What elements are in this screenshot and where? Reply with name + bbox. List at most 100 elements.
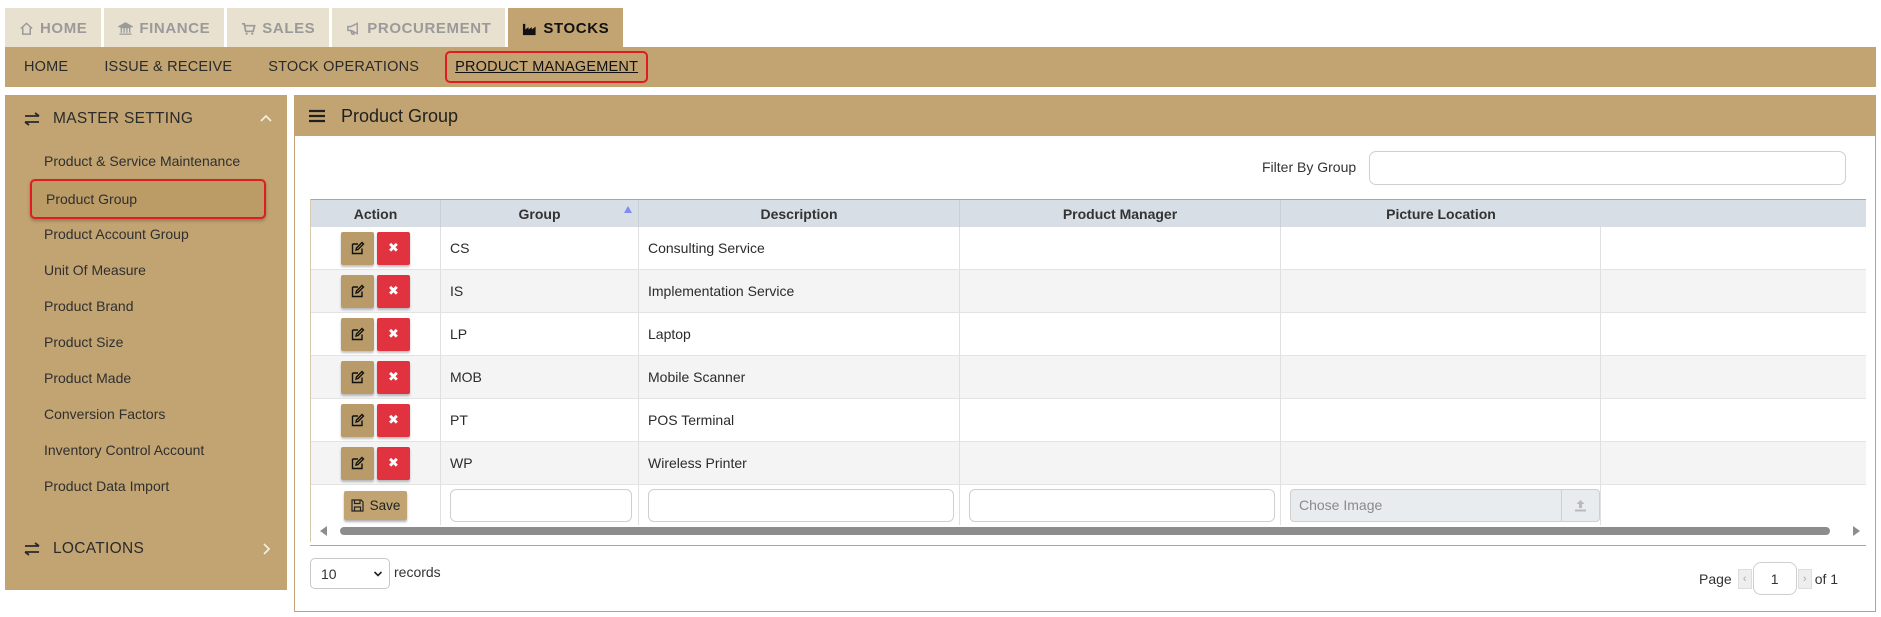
delete-button[interactable]: ✖ <box>377 231 410 265</box>
cell-group-editor <box>441 485 639 525</box>
subnav-product-management[interactable]: PRODUCT MANAGEMENT <box>445 51 649 83</box>
edit-button[interactable] <box>341 274 374 308</box>
row-actions: ✖ <box>311 399 441 441</box>
cell-group[interactable]: WP <box>441 442 639 484</box>
description-input[interactable] <box>648 488 954 522</box>
upload-button[interactable] <box>1561 489 1599 521</box>
cell-product-manager[interactable] <box>960 399 1281 441</box>
cell-picture-location[interactable] <box>1281 313 1601 355</box>
filter-label: Filter By Group <box>1262 159 1357 175</box>
cell-product-manager[interactable] <box>960 356 1281 398</box>
cell-product-manager[interactable] <box>960 442 1281 484</box>
sidebar-item-product-brand[interactable]: Product Brand <box>44 298 134 314</box>
sidebar-item-product-service-maintenance[interactable]: Product & Service Maintenance <box>44 153 240 169</box>
delete-button[interactable]: ✖ <box>377 403 410 437</box>
cell-group[interactable]: PT <box>441 399 639 441</box>
sidebar: MASTER SETTING Product & Service Mainten… <box>5 95 287 590</box>
cell-description[interactable]: Implementation Service <box>639 270 960 312</box>
tab-stocks-label: STOCKS <box>543 19 610 37</box>
tab-sales[interactable]: SALES <box>227 8 330 48</box>
edit-icon <box>351 284 364 298</box>
edit-icon <box>351 327 364 341</box>
column-header-product-manager[interactable]: Product Manager <box>960 200 1281 228</box>
sidebar-item-product-made[interactable]: Product Made <box>44 370 131 386</box>
cell-group[interactable]: IS <box>441 270 639 312</box>
save-button[interactable]: Save <box>344 490 407 520</box>
cell-description[interactable]: POS Terminal <box>639 399 960 441</box>
tab-finance[interactable]: FINANCE <box>104 8 225 48</box>
row-actions: ✖ <box>311 442 441 484</box>
chevron-right-icon <box>263 543 271 555</box>
menu-icon[interactable] <box>309 109 325 123</box>
scroll-right-icon[interactable] <box>1853 526 1860 536</box>
cell-picture-location[interactable] <box>1281 227 1601 269</box>
divider <box>310 545 1866 546</box>
delete-button[interactable]: ✖ <box>377 274 410 308</box>
pagination: Page ‹ 1 › of 1 <box>1699 562 1838 595</box>
records-label: records <box>394 564 441 580</box>
edit-button[interactable] <box>341 317 374 351</box>
delete-button[interactable]: ✖ <box>377 360 410 394</box>
tab-home[interactable]: HOME <box>5 8 102 48</box>
sidebar-section-locations[interactable]: LOCATIONS <box>5 529 287 569</box>
cell-picture-location[interactable] <box>1281 356 1601 398</box>
sidebar-section-master-setting[interactable]: MASTER SETTING <box>5 99 287 139</box>
row-actions: Save <box>311 485 441 525</box>
cell-group[interactable]: CS <box>441 227 639 269</box>
sidebar-item-product-size[interactable]: Product Size <box>44 334 123 350</box>
sidebar-item-inventory-control-account[interactable]: Inventory Control Account <box>44 442 204 458</box>
sub-nav: HOME ISSUE & RECEIVE STOCK OPERATIONS PR… <box>5 47 1876 87</box>
horizontal-scrollbar[interactable] <box>310 522 1866 540</box>
table-row: ✖ PT POS Terminal <box>311 399 1866 442</box>
row-actions: ✖ <box>311 227 441 269</box>
edit-button[interactable] <box>341 231 374 265</box>
sidebar-item-product-account-group[interactable]: Product Account Group <box>44 226 189 242</box>
picture-file-input[interactable]: Chose Image <box>1290 488 1600 522</box>
filter-by-group-input[interactable] <box>1369 151 1846 185</box>
cell-description[interactable]: Mobile Scanner <box>639 356 960 398</box>
cell-description[interactable]: Laptop <box>639 313 960 355</box>
column-header-description[interactable]: Description <box>639 200 960 228</box>
cell-group[interactable]: MOB <box>441 356 639 398</box>
current-page-input[interactable]: 1 <box>1752 562 1797 595</box>
cell-description[interactable]: Consulting Service <box>639 227 960 269</box>
group-input[interactable] <box>450 488 632 522</box>
edit-button[interactable] <box>341 403 374 437</box>
row-actions: ✖ <box>311 356 441 398</box>
swap-icon <box>24 112 40 126</box>
cell-group[interactable]: LP <box>441 313 639 355</box>
product-manager-input[interactable] <box>969 488 1275 522</box>
cell-picture-location[interactable] <box>1281 399 1601 441</box>
sidebar-item-product-data-import[interactable]: Product Data Import <box>44 478 169 494</box>
next-page-button[interactable]: › <box>1797 568 1812 589</box>
megaphone-icon <box>347 21 359 35</box>
previous-page-button[interactable]: ‹ <box>1737 568 1752 589</box>
cell-product-manager[interactable] <box>960 270 1281 312</box>
subnav-issue-receive[interactable]: ISSUE & RECEIVE <box>86 51 250 83</box>
subnav-stock-operations[interactable]: STOCK OPERATIONS <box>250 51 437 83</box>
tab-stocks[interactable]: STOCKS <box>508 8 624 48</box>
column-header-action: Action <box>311 200 441 228</box>
page-size-select[interactable]: 10 <box>310 558 390 589</box>
edit-button[interactable] <box>341 446 374 480</box>
subnav-home[interactable]: HOME <box>5 51 86 83</box>
delete-button[interactable]: ✖ <box>377 317 410 351</box>
sidebar-item-unit-of-measure[interactable]: Unit Of Measure <box>44 262 146 278</box>
sidebar-item-conversion-factors[interactable]: Conversion Factors <box>44 406 165 422</box>
column-header-group[interactable]: Group <box>441 200 639 228</box>
edit-button[interactable] <box>341 360 374 394</box>
cell-product-manager[interactable] <box>960 313 1281 355</box>
cell-picture-location[interactable] <box>1281 270 1601 312</box>
row-actions: ✖ <box>311 313 441 355</box>
delete-button[interactable]: ✖ <box>377 446 410 480</box>
cell-product-manager[interactable] <box>960 227 1281 269</box>
scroll-left-icon[interactable] <box>320 526 327 536</box>
tab-procurement[interactable]: PROCUREMENT <box>332 8 506 48</box>
swap-icon <box>24 542 40 556</box>
scrollbar-thumb[interactable] <box>340 527 1830 535</box>
module-tabs: HOME FINANCE SALES PROCUREMENT STOCKS <box>5 8 624 48</box>
cell-description[interactable]: Wireless Printer <box>639 442 960 484</box>
column-header-picture-location[interactable]: Picture Location <box>1281 200 1601 228</box>
sidebar-item-product-group[interactable]: Product Group <box>30 179 266 219</box>
cell-picture-location[interactable] <box>1281 442 1601 484</box>
